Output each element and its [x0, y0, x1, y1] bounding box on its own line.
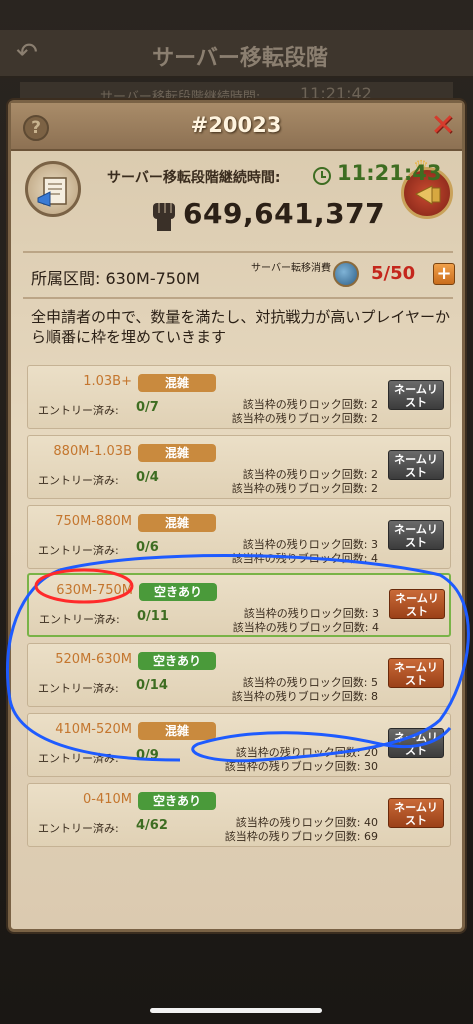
entry-value: 0/7	[136, 400, 159, 415]
cost-value: 5/50	[371, 263, 416, 284]
scroll-megaphone-icon	[25, 161, 81, 217]
status-badge: 空きあり	[138, 652, 216, 670]
tier-range: 520M-630M	[55, 652, 132, 667]
range-label: 所属区間: 630M-750M	[31, 269, 200, 288]
tier-range: 410M-520M	[55, 722, 132, 737]
entry-value: 0/14	[136, 678, 168, 693]
entry-label: エントリー済み:	[38, 544, 119, 557]
entry-value: 0/11	[137, 609, 169, 624]
tier-row-current: 630M-750M 空きあり エントリー済み: 0/11 該当枠の残りロック回数…	[27, 573, 451, 637]
tier-row: 750M-880M 混雑 エントリー済み: 0/6 該当枠の残りロック回数: 3…	[27, 505, 451, 569]
home-indicator[interactable]	[150, 1008, 322, 1013]
tier-row: 1.03B+ 混雑 エントリー済み: 0/7 該当枠の残りロック回数: 2 該当…	[27, 365, 451, 429]
block-remaining: 該当枠の残りブロック回数: 2	[231, 482, 378, 495]
status-badge: 空きあり	[139, 583, 217, 601]
globe-icon	[333, 261, 359, 287]
entry-label: エントリー済み:	[38, 752, 119, 765]
block-remaining: 該当枠の残りブロック回数: 4	[232, 621, 379, 634]
name-list-button[interactable]: ネームリスト	[388, 798, 444, 828]
entry-value: 0/9	[136, 748, 159, 763]
dialog-title: #20023	[190, 113, 282, 137]
block-remaining: 該当枠の残りブロック回数: 2	[231, 412, 378, 425]
divider	[23, 297, 453, 299]
name-list-button[interactable]: ネームリスト	[388, 380, 444, 410]
divider	[23, 251, 453, 253]
entry-label: エントリー済み:	[38, 822, 119, 835]
server-transfer-dialog: ? #20023 ✕ ♛ サーバー移転段階継続時間: 11:21:43 649,…	[8, 100, 465, 932]
back-arrow-icon[interactable]: ↶	[10, 38, 44, 68]
block-remaining: 該当枠の残りブロック回数: 30	[224, 760, 378, 773]
tier-range: 0-410M	[83, 792, 132, 807]
duration-label: サーバー移転段階継続時間:	[107, 170, 281, 186]
status-badge: 混雑	[138, 722, 216, 740]
tier-row: 880M-1.03B 混雑 エントリー済み: 0/4 該当枠の残りロック回数: …	[27, 435, 451, 499]
name-list-button[interactable]: ネームリスト	[388, 450, 444, 480]
tier-range: 1.03B+	[83, 374, 132, 389]
add-cost-button[interactable]: +	[433, 263, 455, 285]
tier-range: 880M-1.03B	[53, 444, 132, 459]
status-badge: 混雑	[138, 444, 216, 462]
tier-range: 750M-880M	[55, 514, 132, 529]
clock-icon	[313, 167, 331, 185]
name-list-button[interactable]: ネームリスト	[388, 728, 444, 758]
block-remaining: 該当枠の残りブロック回数: 69	[224, 830, 378, 843]
tier-row: 410M-520M 混雑 エントリー済み: 0/9 該当枠の残りロック回数: 2…	[27, 713, 451, 777]
name-list-button[interactable]: ネームリスト	[388, 658, 444, 688]
name-list-button[interactable]: ネームリスト	[388, 520, 444, 550]
background-title: サーバー移転段階	[152, 46, 328, 71]
tier-range: 630M-750M	[56, 583, 133, 598]
fist-icon	[149, 199, 179, 233]
tier-row: 0-410M 空きあり エントリー済み: 4/62 該当枠の残りロック回数: 4…	[27, 783, 451, 847]
entry-label: エントリー済み:	[38, 474, 119, 487]
status-badge: 空きあり	[138, 792, 216, 810]
status-badge: 混雑	[138, 374, 216, 392]
help-icon[interactable]: ?	[23, 115, 49, 141]
entry-label: エントリー済み:	[39, 613, 120, 626]
tier-row: 520M-630M 空きあり エントリー済み: 0/14 該当枠の残りロック回数…	[27, 643, 451, 707]
entry-label: エントリー済み:	[38, 682, 119, 695]
block-remaining: 該当枠の残りブロック回数: 4	[231, 552, 378, 565]
cost-label: サーバー転移消費	[251, 263, 331, 274]
power-value: 649,641,377	[183, 197, 386, 230]
entry-value: 4/62	[136, 818, 168, 833]
entry-value: 0/4	[136, 470, 159, 485]
block-remaining: 該当枠の残りブロック回数: 8	[231, 690, 378, 703]
duration-time: 11:21:43	[337, 161, 442, 185]
description-text: 全申請者の中で、数量を満たし、対抗戦力が高いプレイヤーから順番に枠を埋めていきま…	[31, 308, 450, 346]
name-list-button[interactable]: ネームリスト	[389, 589, 445, 619]
close-icon[interactable]: ✕	[429, 111, 457, 141]
entry-label: エントリー済み:	[38, 404, 119, 417]
status-badge: 混雑	[138, 514, 216, 532]
entry-value: 0/6	[136, 540, 159, 555]
